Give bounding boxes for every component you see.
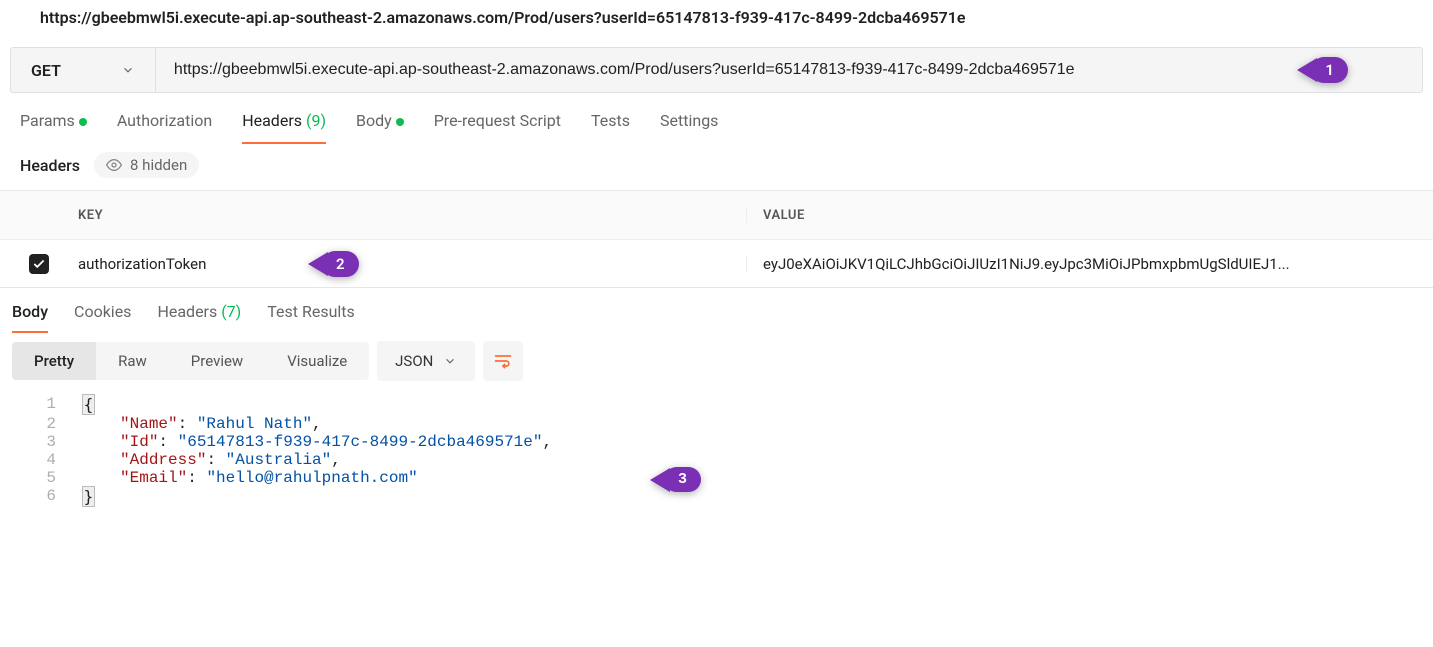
view-visualize-button[interactable]: Visualize xyxy=(265,342,369,380)
code-key: "Name" xyxy=(120,415,178,433)
line-number: 5 xyxy=(0,469,72,487)
column-key: KEY xyxy=(78,208,746,223)
line-number: 1 xyxy=(0,395,72,415)
response-tab-headers[interactable]: Headers (7) xyxy=(157,302,241,333)
code-value: "65147813-f939-417c-8499-2dcba469571e" xyxy=(178,433,543,451)
column-value: VALUE xyxy=(746,208,1433,223)
eye-icon xyxy=(106,157,122,173)
response-toolbar: Pretty Raw Preview Visualize JSON xyxy=(0,333,1433,389)
code-value: "Rahul Nath" xyxy=(197,415,312,433)
wrap-icon xyxy=(493,351,513,371)
hidden-headers-toggle[interactable]: 8 hidden xyxy=(94,152,199,178)
view-mode-segment: Pretty Raw Preview Visualize xyxy=(12,342,369,380)
annotation-marker-2: 2 xyxy=(308,251,359,277)
http-method-select[interactable]: GET xyxy=(11,48,156,92)
response-tab-test-results[interactable]: Test Results xyxy=(267,302,355,333)
header-key-text: authorizationToken xyxy=(78,255,206,273)
line-number: 6 xyxy=(0,487,72,507)
view-raw-button[interactable]: Raw xyxy=(96,342,169,380)
request-url-input[interactable] xyxy=(156,61,1422,79)
tab-count: (9) xyxy=(306,111,326,130)
tab-params[interactable]: Params xyxy=(20,111,87,144)
hidden-count-label: 8 hidden xyxy=(130,156,187,174)
code-key: "Email" xyxy=(120,469,187,487)
line-number: 4 xyxy=(0,451,72,469)
headers-title: Headers xyxy=(20,156,80,175)
annotation-label: 1 xyxy=(1311,57,1348,83)
code-value: "hello@rahulpnath.com" xyxy=(206,469,417,487)
headers-table-header: KEY VALUE xyxy=(0,191,1433,239)
tab-settings[interactable]: Settings xyxy=(660,111,718,144)
header-key-cell[interactable]: authorizationToken 2 xyxy=(78,255,746,273)
request-tabs: Params Authorization Headers (9) Body Pr… xyxy=(0,93,1433,144)
tab-label: Body xyxy=(356,111,392,130)
code-brace: { xyxy=(82,394,96,415)
status-dot-icon xyxy=(396,118,404,126)
chevron-down-icon xyxy=(443,354,457,368)
request-url-bar: GET 1 xyxy=(10,47,1423,93)
view-preview-button[interactable]: Preview xyxy=(169,342,265,380)
header-value-cell[interactable]: eyJ0eXAiOiJKV1QiLCJhbGciOiJIUzI1NiJ9.eyJ… xyxy=(746,255,1433,273)
tab-label: Params xyxy=(20,111,75,130)
view-pretty-button[interactable]: Pretty xyxy=(12,342,96,380)
line-number: 2 xyxy=(0,415,72,433)
annotation-label: 2 xyxy=(322,251,359,277)
chevron-down-icon xyxy=(121,63,135,77)
response-tabs: Body Cookies Headers (7) Test Results xyxy=(0,288,1433,333)
response-body: 1 { 2 "Name": "Rahul Nath", 3 "Id": "651… xyxy=(0,389,1433,517)
headers-table: KEY VALUE authorizationToken 2 eyJ0eXAiO… xyxy=(0,190,1433,288)
http-method-label: GET xyxy=(31,61,61,80)
tab-tests[interactable]: Tests xyxy=(591,111,630,144)
annotation-marker-1: 1 xyxy=(1297,57,1348,83)
tab-body[interactable]: Body xyxy=(356,111,404,144)
tab-authorization[interactable]: Authorization xyxy=(117,111,212,144)
line-number: 3 xyxy=(0,433,72,451)
wrap-lines-button[interactable] xyxy=(483,341,523,381)
row-checkbox[interactable] xyxy=(29,254,49,274)
annotation-marker-3: 3 xyxy=(650,467,701,492)
code-key: "Address" xyxy=(120,451,206,469)
code-value: "Australia" xyxy=(226,451,332,469)
table-row[interactable]: authorizationToken 2 eyJ0eXAiOiJKV1QiLCJ… xyxy=(0,239,1433,287)
tab-label: Headers xyxy=(242,111,302,130)
code-key: "Id" xyxy=(120,433,158,451)
format-select[interactable]: JSON xyxy=(377,341,475,381)
code-brace: } xyxy=(82,486,96,507)
tab-count: (7) xyxy=(221,302,241,321)
format-label: JSON xyxy=(395,352,433,370)
status-dot-icon xyxy=(79,118,87,126)
request-title: https://gbeebmwl5i.execute-api.ap-southe… xyxy=(0,0,1433,39)
tab-headers[interactable]: Headers (9) xyxy=(242,111,326,144)
response-tab-cookies[interactable]: Cookies xyxy=(74,302,131,333)
tab-pre-request-script[interactable]: Pre-request Script xyxy=(434,111,561,144)
headers-subheader: Headers 8 hidden xyxy=(0,144,1433,190)
tab-label: Headers xyxy=(157,302,217,321)
annotation-label: 3 xyxy=(664,467,701,492)
response-tab-body[interactable]: Body xyxy=(12,302,48,333)
